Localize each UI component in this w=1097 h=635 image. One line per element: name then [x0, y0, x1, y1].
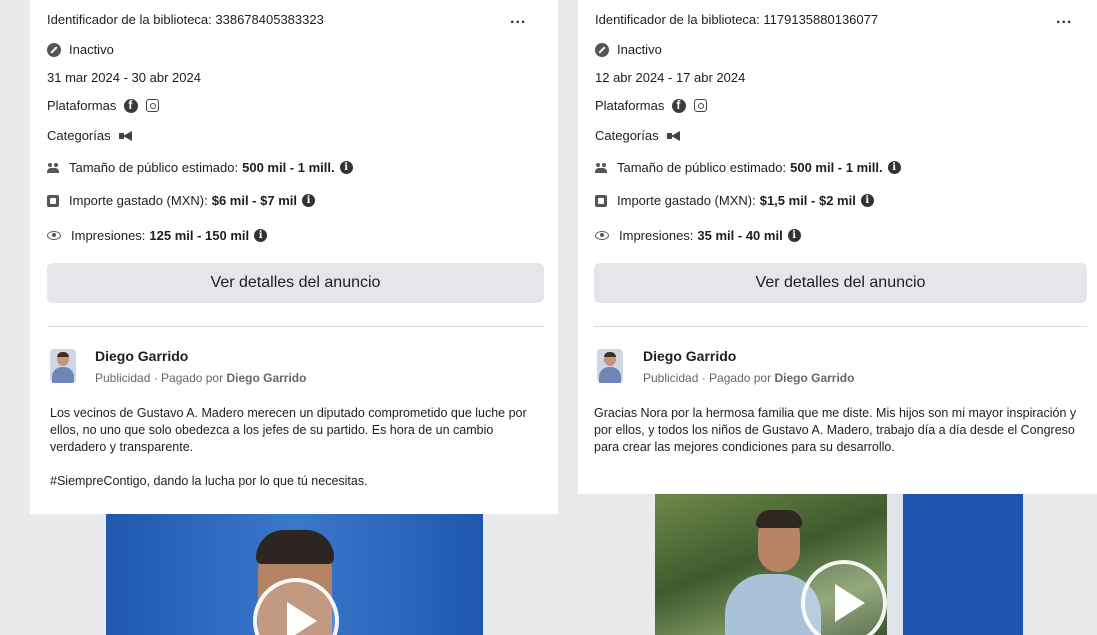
divider [594, 326, 1087, 327]
info-icon[interactable]: i [339, 161, 353, 174]
ad-card-1: Identificador de la biblioteca: 33867840… [30, 0, 558, 514]
date-range: 31 mar 2024 - 30 abr 2024 [47, 70, 201, 85]
platforms: Plataformas [595, 98, 708, 113]
money-icon [595, 194, 607, 207]
date-range: 12 abr 2024 - 17 abr 2024 [595, 70, 746, 85]
info-icon[interactable]: i [787, 229, 801, 242]
view-ad-details-button[interactable]: Ver detalles del anuncio [594, 263, 1087, 303]
eye-icon [595, 231, 609, 240]
impressions: Impresiones: 35 mil - 40 mil i [595, 228, 801, 243]
audience-size: Tamaño de público estimado: 500 mil - 1 … [595, 160, 901, 175]
megaphone-icon [666, 130, 681, 141]
inactive-icon [47, 42, 61, 57]
facebook-icon [124, 98, 139, 113]
sponsored-line: Publicidad · Pagado por Diego Garrido [95, 371, 307, 385]
more-options-button[interactable]: ... [510, 10, 526, 28]
info-icon[interactable]: i [860, 194, 874, 207]
megaphone-icon [118, 130, 133, 141]
ad-card-2: Identificador de la biblioteca: 11791358… [578, 0, 1097, 494]
ad-video-thumbnail[interactable] [655, 494, 1023, 635]
eye-icon [47, 231, 61, 240]
ad-body-text: Gracias Nora por la hermosa familia que … [594, 406, 1077, 454]
people-icon [47, 162, 61, 174]
advertiser-name[interactable]: Diego Garrido [643, 348, 736, 364]
ad-video-thumbnail[interactable] [106, 514, 483, 635]
avatar[interactable] [50, 349, 76, 383]
platforms: Plataformas [47, 98, 160, 113]
categories: Categorías [47, 128, 133, 143]
library-id: Identificador de la biblioteca: 33867840… [47, 12, 324, 27]
amount-spent: Importe gastado (MXN): $6 mil - $7 mil i [47, 193, 315, 208]
sponsored-line: Publicidad · Pagado por Diego Garrido [643, 371, 855, 385]
impressions: Impresiones: 125 mil - 150 mil i [47, 228, 268, 243]
audience-size: Tamaño de público estimado: 500 mil - 1 … [47, 160, 353, 175]
info-icon[interactable]: i [301, 194, 315, 207]
more-options-button[interactable]: ... [1056, 10, 1072, 28]
categories: Categorías [595, 128, 681, 143]
amount-spent: Importe gastado (MXN): $1,5 mil - $2 mil… [595, 193, 874, 208]
facebook-icon [672, 98, 687, 113]
advertiser-name[interactable]: Diego Garrido [95, 348, 188, 364]
library-id: Identificador de la biblioteca: 11791358… [595, 12, 879, 27]
info-icon[interactable]: i [887, 161, 901, 174]
avatar[interactable] [597, 349, 623, 383]
ad-body-text: Los vecinos de Gustavo A. Madero merecen… [50, 406, 527, 488]
divider [47, 326, 544, 327]
people-icon [595, 162, 609, 174]
status: Inactivo [47, 42, 114, 57]
inactive-icon [595, 42, 609, 57]
info-icon[interactable]: i [254, 229, 268, 242]
instagram-icon [146, 99, 160, 112]
status: Inactivo [595, 42, 662, 57]
view-ad-details-button[interactable]: Ver detalles del anuncio [47, 263, 544, 303]
money-icon [47, 194, 59, 207]
instagram-icon [694, 99, 708, 112]
